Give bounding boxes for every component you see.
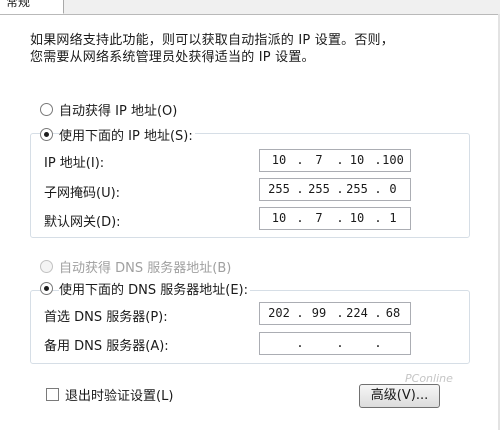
- ip-manual-label: 使用下面的 IP 地址(S):: [59, 124, 195, 144]
- dot: .: [374, 336, 382, 350]
- description-line-2: 您需要从网络系统管理员处获得适当的 IP 设置。: [30, 50, 315, 65]
- ip-manual-radio[interactable]: 使用下面的 IP 地址(S):: [40, 124, 195, 144]
- pdns-octet-2[interactable]: 99: [302, 306, 336, 320]
- dns-auto-label: 自动获得 DNS 服务器地址(B): [59, 256, 234, 276]
- default-gateway-label: 默认网关(D):: [44, 215, 121, 230]
- dns-manual-radio[interactable]: 使用下面的 DNS 服务器地址(E):: [40, 278, 250, 298]
- gateway-octet-3[interactable]: 10: [340, 211, 374, 225]
- ip-octet-1[interactable]: 10: [262, 153, 296, 167]
- tab-strip: [0, 0, 500, 15]
- subnet-mask-label: 子网掩码(U):: [44, 186, 121, 201]
- ip-octet-3[interactable]: 10: [340, 153, 374, 167]
- ip-auto-radio-circle[interactable]: [40, 102, 53, 116]
- dns-manual-label: 使用下面的 DNS 服务器地址(E):: [59, 278, 250, 298]
- gateway-octet-2[interactable]: 7: [302, 211, 336, 225]
- dns-auto-radio[interactable]: 自动获得 DNS 服务器地址(B): [40, 256, 234, 276]
- dns-auto-radio-circle[interactable]: [40, 259, 53, 273]
- advanced-button[interactable]: 高级(V)...: [359, 384, 440, 408]
- preferred-dns-input[interactable]: 202. 99. 224. 68: [259, 302, 411, 325]
- validate-checkbox-label: 退出时验证设置(L): [65, 389, 174, 404]
- tab-general-label: 常规: [6, 0, 31, 9]
- dns-manual-radio-circle[interactable]: [40, 281, 53, 295]
- subnet-mask-input[interactable]: 255. 255. 255. 0: [259, 178, 411, 201]
- description: 如果网络支持此功能，则可以获取自动指派的 IP 设置。否则， 您需要从网络系统管…: [30, 32, 470, 66]
- mask-octet-4[interactable]: 0: [376, 182, 410, 196]
- mask-octet-3[interactable]: 255: [340, 182, 374, 196]
- dot: .: [296, 336, 304, 350]
- preferred-dns-label: 首选 DNS 服务器(P):: [44, 310, 168, 325]
- ip-octet-2[interactable]: 7: [302, 153, 336, 167]
- alternate-dns-label: 备用 DNS 服务器(A):: [44, 339, 169, 354]
- watermark: PConline: [405, 372, 453, 385]
- pdns-octet-4[interactable]: 68: [376, 306, 410, 320]
- validate-on-exit-checkbox[interactable]: 退出时验证设置(L): [46, 385, 173, 404]
- pdns-octet-1[interactable]: 202: [262, 306, 296, 320]
- description-line-1: 如果网络支持此功能，则可以获取自动指派的 IP 设置。否则，: [30, 33, 394, 48]
- ip-auto-radio[interactable]: 自动获得 IP 地址(O): [40, 99, 180, 119]
- dot: .: [336, 336, 344, 350]
- ip-octet-4[interactable]: 100: [376, 153, 410, 167]
- alternate-dns-input[interactable]: . . .: [259, 332, 411, 355]
- ip-address-input[interactable]: 10. 7. 10. 100: [259, 149, 411, 172]
- default-gateway-input[interactable]: 10. 7. 10. 1: [259, 207, 411, 230]
- ip-address-label: IP 地址(I):: [44, 156, 105, 171]
- mask-octet-2[interactable]: 255: [302, 182, 336, 196]
- validate-checkbox-box[interactable]: [46, 388, 59, 401]
- ip-manual-radio-circle[interactable]: [40, 127, 53, 141]
- tab-general[interactable]: 常规: [0, 0, 64, 14]
- gateway-octet-1[interactable]: 10: [262, 211, 296, 225]
- pdns-octet-3[interactable]: 224: [340, 306, 374, 320]
- ip-auto-label: 自动获得 IP 地址(O): [59, 99, 180, 119]
- gateway-octet-4[interactable]: 1: [376, 211, 410, 225]
- mask-octet-1[interactable]: 255: [262, 182, 296, 196]
